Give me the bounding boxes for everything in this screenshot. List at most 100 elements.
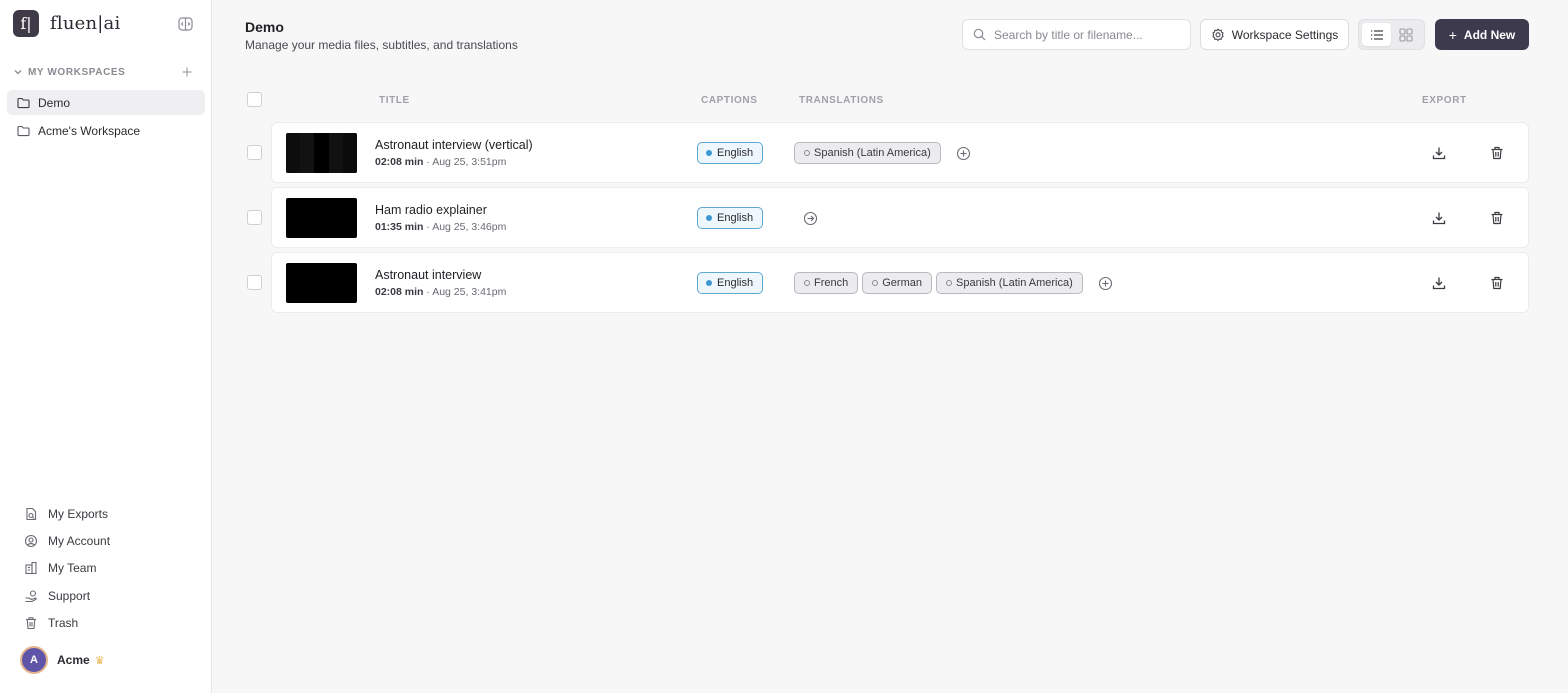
row-checkbox[interactable] [247,145,262,160]
video-thumbnail[interactable] [286,263,357,303]
account-icon [24,534,38,547]
translations-list: French German Spanish (Latin America) [794,272,1113,294]
workspace-settings-label: Workspace Settings [1231,27,1339,42]
download-icon[interactable] [1432,276,1446,290]
nav-item-support[interactable]: Support [24,582,110,609]
workspaces-header[interactable]: MY WORKSPACES [13,65,199,79]
logo-icon: f| [13,10,39,37]
select-all-checkbox[interactable] [247,92,262,107]
media-date: · Aug 25, 3:46pm [426,221,507,233]
table-row: Ham radio explainer 01:35 min · Aug 25, … [245,187,1529,248]
column-export: EXPORT [1422,95,1467,106]
translations-list: Spanish (Latin America) [794,142,971,164]
status-ring-icon [804,280,810,286]
sidebar-toggle-icon [177,17,193,31]
caption-badge[interactable]: English [697,142,764,164]
page-subtitle: Manage your media files, subtitles, and … [245,38,518,52]
media-card[interactable]: Ham radio explainer 01:35 min · Aug 25, … [271,187,1529,248]
media-duration: 01:35 min [375,221,424,233]
delete-icon[interactable] [1490,276,1504,290]
media-list: Astronaut interview (vertical) 02:08 min… [245,122,1529,317]
translation-language: German [882,277,922,289]
media-duration: 02:08 min [375,286,424,298]
translation-badge[interactable]: German [862,272,932,294]
workspace-label: Demo [38,95,71,110]
translation-language: Spanish (Latin America) [814,147,931,159]
status-ring-icon [804,150,810,156]
workspace-settings-button[interactable]: Workspace Settings [1200,19,1349,50]
table-header: TITLE CAPTIONS TRANSLATIONS EXPORT [245,92,1529,108]
nav-item-trash[interactable]: Trash [24,609,110,636]
media-title[interactable]: Ham radio explainer [375,203,487,217]
workspace-item-acme[interactable]: Acme's Workspace [7,118,205,143]
list-icon [1370,29,1383,40]
workspace-item-demo[interactable]: Demo [7,90,205,115]
folder-icon [17,125,30,136]
translation-badge[interactable]: French [794,272,859,294]
user-name: Acme [57,653,90,667]
caption-language: English [717,147,754,159]
nav-label: My Team [48,561,97,576]
list-view-button[interactable] [1362,23,1391,46]
user-menu[interactable]: A Acme ♛ [20,646,105,674]
media-meta: 02:08 min · Aug 25, 3:51pm [375,156,506,168]
avatar: A [20,646,48,674]
column-translations: TRANSLATIONS [799,95,884,106]
add-translation-icon[interactable] [1098,276,1113,291]
add-translation-icon[interactable] [956,146,971,161]
status-ring-icon [872,280,879,286]
bottom-nav: My Exports My Account My Team Support Tr… [24,500,110,636]
translation-language: Spanish (Latin America) [956,277,1073,289]
nav-item-my-exports[interactable]: My Exports [24,500,110,527]
gear-icon [1212,27,1224,41]
media-card[interactable]: Astronaut interview 02:08 min · Aug 25, … [271,252,1529,313]
download-icon[interactable] [1432,146,1446,160]
nav-label: My Exports [48,506,109,521]
view-toggle [1358,19,1425,50]
column-captions: CAPTIONS [701,95,758,106]
delete-icon[interactable] [1490,146,1504,160]
translations-list [794,207,818,229]
caption-badge[interactable]: English [697,207,764,229]
video-thumbnail[interactable] [286,198,357,238]
caption-language: English [717,277,754,289]
download-icon[interactable] [1432,211,1446,225]
delete-icon[interactable] [1490,211,1504,225]
page-title: Demo [245,19,284,35]
collapse-sidebar-button[interactable] [177,16,193,32]
media-duration: 02:08 min [375,156,424,168]
plus-icon: + [1448,26,1457,43]
status-ring-icon [946,280,952,286]
folder-icon [17,97,30,108]
translation-badge[interactable]: Spanish (Latin America) [794,142,941,164]
add-workspace-icon[interactable] [181,66,193,78]
crown-icon: ♛ [94,654,105,667]
caption-language: English [717,212,754,224]
add-new-button[interactable]: + Add New [1435,19,1529,50]
translate-arrow-icon[interactable] [803,211,818,226]
exports-icon [26,507,37,520]
workspace-label: Acme's Workspace [38,123,141,138]
media-card[interactable]: Astronaut interview (vertical) 02:08 min… [271,122,1529,183]
grid-icon [1398,27,1413,42]
search-box[interactable] [962,19,1191,50]
table-row: Astronaut interview (vertical) 02:08 min… [245,122,1529,183]
brand[interactable]: f| fluen|ai [13,10,120,37]
add-new-label: Add New [1463,27,1516,42]
nav-item-my-account[interactable]: My Account [24,527,110,554]
media-date: · Aug 25, 3:41pm [426,286,507,298]
caption-badge[interactable]: English [697,272,764,294]
brand-name: fluen|ai [50,13,121,34]
row-checkbox[interactable] [247,210,262,225]
video-thumbnail[interactable] [286,133,357,173]
table-row: Astronaut interview 02:08 min · Aug 25, … [245,252,1529,313]
media-title[interactable]: Astronaut interview (vertical) [375,138,533,152]
grid-view-button[interactable] [1391,23,1420,46]
status-dot [706,150,712,156]
media-title[interactable]: Astronaut interview [375,268,481,282]
search-input[interactable] [994,27,1184,42]
nav-item-my-team[interactable]: My Team [24,555,110,582]
status-dot [706,215,712,221]
translation-badge[interactable]: Spanish (Latin America) [936,272,1083,294]
row-checkbox[interactable] [247,275,262,290]
